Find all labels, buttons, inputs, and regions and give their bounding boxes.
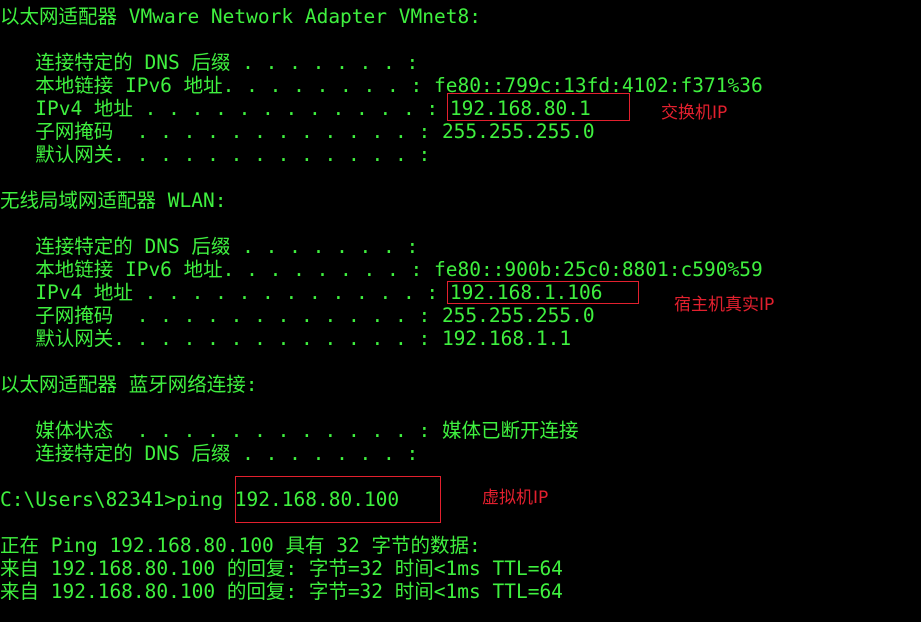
wlan-dns-suffix: 连接特定的 DNS 后缀 . . . . . . . : xyxy=(0,235,419,258)
ping-reply-line: 来自 192.168.80.100 的回复: 字节=32 时间<1ms TTL=… xyxy=(0,580,563,603)
vmnet8-dns-suffix: 连接特定的 DNS 后缀 . . . . . . . : xyxy=(0,51,419,74)
adapter-wlan-header: 无线局域网适配器 WLAN: xyxy=(0,189,227,212)
vm-ip-highlight-box xyxy=(235,476,441,523)
vmnet8-gateway: 默认网关. . . . . . . . . . . . . : xyxy=(0,143,431,166)
vm-ip-annotation: 虚拟机IP xyxy=(482,488,549,508)
adapter-vmnet8-header: 以太网适配器 VMware Network Adapter VMnet8: xyxy=(0,5,481,28)
host-ip-highlight-box xyxy=(447,281,639,304)
vmnet8-ipv6: 本地链接 IPv6 地址. . . . . . . . : fe80::799c… xyxy=(0,74,763,97)
ping-start-line: 正在 Ping 192.168.80.100 具有 32 字节的数据: xyxy=(0,534,481,557)
wlan-subnet-mask: 子网掩码 . . . . . . . . . . . . : 255.255.2… xyxy=(0,304,595,327)
ping-reply-line: 来自 192.168.80.100 的回复: 字节=32 时间<1ms TTL=… xyxy=(0,557,563,580)
bluetooth-dns-suffix: 连接特定的 DNS 后缀 . . . . . . . : xyxy=(0,442,419,465)
host-real-ip-annotation: 宿主机真实IP xyxy=(674,295,775,315)
vmnet8-subnet-mask: 子网掩码 . . . . . . . . . . . . : 255.255.2… xyxy=(0,120,595,143)
bluetooth-media-state: 媒体状态 . . . . . . . . . . . . : 媒体已断开连接 xyxy=(0,419,579,442)
adapter-bluetooth-header: 以太网适配器 蓝牙网络连接: xyxy=(0,373,258,396)
wlan-gateway: 默认网关. . . . . . . . . . . . . : 192.168.… xyxy=(0,327,572,350)
switch-ip-annotation: 交换机IP xyxy=(661,103,728,123)
switch-ip-highlight-box xyxy=(447,93,630,121)
terminal-window: { "terminal": { "lines": [ "以太网适配器 VMwar… xyxy=(0,0,921,622)
wlan-ipv6: 本地链接 IPv6 地址. . . . . . . . : fe80::900b… xyxy=(0,258,763,281)
